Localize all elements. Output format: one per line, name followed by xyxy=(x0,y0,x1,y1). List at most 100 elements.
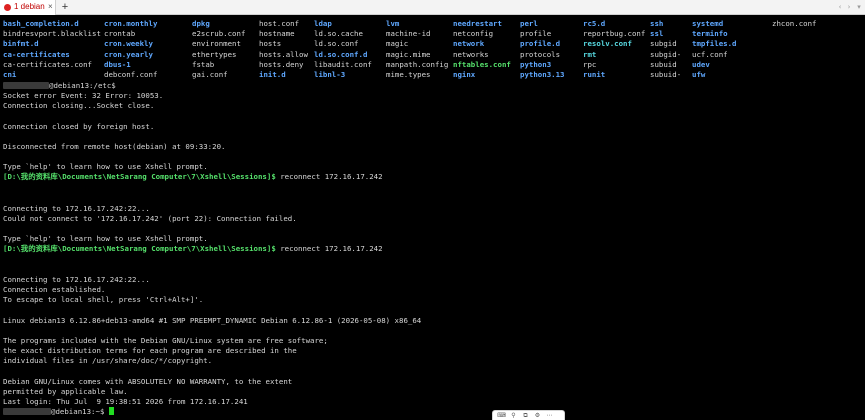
file-entry: init.d xyxy=(259,70,286,79)
file-entry: ldap xyxy=(314,19,332,28)
file-entry: cron.monthly xyxy=(104,19,158,28)
terminal-line: Socket error Event: 32 Error: 10053. xyxy=(3,91,164,100)
terminal-line: [D:\我的资料库\Documents\NetSarang Computer\7… xyxy=(3,172,383,182)
redacted-username xyxy=(3,408,51,415)
file-entry: protocols xyxy=(520,49,561,59)
file-entry: resolv.conf xyxy=(583,39,632,49)
file-entry: ld.so.conf.d xyxy=(314,49,368,59)
session-status-icon xyxy=(4,4,11,11)
file-entry: netconfig xyxy=(453,29,494,39)
file-entry: hostname xyxy=(259,29,295,39)
file-entry: subuid- xyxy=(650,70,682,79)
file-entry: host.conf xyxy=(259,19,300,28)
file-entry: subgid xyxy=(650,39,677,49)
terminal-line: [D:\我的资料库\Documents\NetSarang Computer\7… xyxy=(3,244,383,254)
pin-icon[interactable]: ⚲ xyxy=(509,412,518,420)
file-entry: reportbug.conf xyxy=(583,29,646,39)
terminal-line: Debian GNU/Linux comes with ABSOLUTELY N… xyxy=(3,377,293,386)
session-tab-bar: 1 debian × + ‹ › ▾ xyxy=(0,0,865,15)
file-entry: ld.so.cache xyxy=(314,29,363,39)
file-entry: ucf.conf xyxy=(692,49,728,59)
file-entry: crontab xyxy=(104,29,136,39)
terminal-line: Linux debian13 6.12.86+deb13-amd64 #1 SM… xyxy=(3,316,422,325)
file-entry: perl xyxy=(520,19,538,28)
terminal-line: Connection established. xyxy=(3,285,106,294)
file-entry: hosts xyxy=(259,39,282,49)
tab-list-menu-icon[interactable]: ▾ xyxy=(855,2,863,12)
more-icon[interactable]: ⋯ xyxy=(545,412,554,420)
file-entry: mime.types xyxy=(386,70,431,79)
terminal-line: individual files in /usr/share/doc/*/cop… xyxy=(3,356,213,365)
file-entry: machine-id xyxy=(386,29,431,39)
typed-command: reconnect 172.16.17.242 xyxy=(275,172,383,181)
file-entry: dbus-1 xyxy=(104,59,131,69)
file-entry: ssl xyxy=(650,29,664,39)
local-shell-prompt: [D:\我的资料库\Documents\NetSarang Computer\7… xyxy=(3,172,276,181)
file-entry: bindresvport.blacklist xyxy=(3,29,101,39)
session-tab-debian[interactable]: 1 debian × xyxy=(0,0,56,15)
file-entry: hosts.allow xyxy=(259,49,308,59)
file-entry: ca-certificates xyxy=(3,49,70,59)
file-entry: ssh xyxy=(650,19,664,28)
file-entry: terminfo xyxy=(692,29,728,39)
file-entry: python3 xyxy=(520,59,552,69)
file-entry: gai.conf xyxy=(192,70,228,79)
file-entry: networks xyxy=(453,49,489,59)
tab-scroll-left-icon[interactable]: ‹ xyxy=(836,2,844,12)
terminal-line: Connecting to 172.16.17.242:22... xyxy=(3,204,150,213)
terminal-line: Connection closing...Socket close. xyxy=(3,101,155,110)
terminal-line: Type `help' to learn how to use Xshell p… xyxy=(3,234,208,243)
terminal-line: the exact distribution terms for each pr… xyxy=(3,346,297,355)
file-entry: fstab xyxy=(192,59,215,69)
file-entry: cron.yearly xyxy=(104,49,153,59)
file-entry: subuid xyxy=(650,59,677,69)
terminal-cursor xyxy=(108,407,114,415)
file-entry: rpc xyxy=(583,59,597,69)
copy-icon[interactable]: ⧉ xyxy=(521,412,530,420)
file-entry: environment xyxy=(192,39,241,49)
terminal-line: The programs included with the Debian GN… xyxy=(3,336,328,345)
file-entry: systemd xyxy=(692,19,724,28)
file-entry: profile xyxy=(520,29,552,39)
terminal-line: permitted by applicable law. xyxy=(3,387,128,396)
file-entry: rc5.d xyxy=(583,19,606,28)
file-entry: libnl-3 xyxy=(314,70,346,79)
file-entry: e2scrub.conf xyxy=(192,29,246,39)
terminal-line: Could not connect to '172.16.17.242' (po… xyxy=(3,214,297,223)
keyboard-icon[interactable]: ⌨ xyxy=(497,412,506,420)
terminal-line: Type `help' to learn how to use Xshell p… xyxy=(3,162,208,171)
file-entry: ethertypes xyxy=(192,49,237,59)
session-tab-label: 1 debian xyxy=(14,2,45,11)
redacted-username xyxy=(3,82,49,89)
file-entry: nftables.conf xyxy=(453,59,511,69)
settings-icon[interactable]: ⚙ xyxy=(533,412,542,420)
file-entry: lvm xyxy=(386,19,400,28)
file-entry: cron.weekly xyxy=(104,39,153,49)
file-entry: needrestart xyxy=(453,19,502,28)
file-entry: magic xyxy=(386,39,409,49)
file-entry: cni xyxy=(3,70,17,79)
file-entry: nginx xyxy=(453,70,476,79)
file-entry: debconf.conf xyxy=(104,70,158,79)
terminal-line: @debian13:/etc$ xyxy=(3,81,116,91)
add-tab-button[interactable]: + xyxy=(59,1,71,13)
file-entry: ca-certificates.conf xyxy=(3,59,92,69)
file-entry: dpkg xyxy=(192,19,210,28)
file-entry: runit xyxy=(583,70,606,79)
file-entry: bash_completion.d xyxy=(3,19,79,28)
tab-scroll-right-icon[interactable]: › xyxy=(845,2,853,12)
file-entry: libaudit.conf xyxy=(314,59,372,69)
file-entry: rmt xyxy=(583,49,597,59)
file-entry: python3.13 xyxy=(520,70,565,79)
floating-toolbar: ⌨ ⚲ ⧉ ⚙ ⋯ xyxy=(492,410,565,420)
file-entry: profile.d xyxy=(520,39,561,49)
typed-command: reconnect 172.16.17.242 xyxy=(275,244,383,253)
file-entry: magic.mime xyxy=(386,49,431,59)
file-entry: ufw xyxy=(692,70,706,79)
file-entry: ld.so.conf xyxy=(314,39,359,49)
terminal-line: Disconnected from remote host(debian) at… xyxy=(3,142,226,151)
terminal-line: @debian13:~$ xyxy=(3,407,114,417)
close-icon[interactable]: × xyxy=(48,2,53,12)
terminal-output[interactable]: bash_completion.d cron.monthly dpkg host.co… xyxy=(0,15,865,420)
local-shell-prompt: [D:\我的资料库\Documents\NetSarang Computer\7… xyxy=(3,244,276,253)
